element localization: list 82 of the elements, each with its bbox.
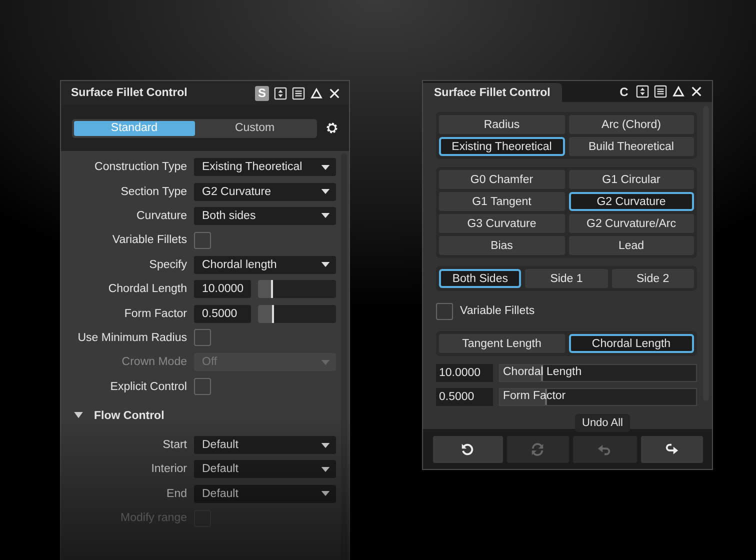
dropdown[interactable]: Default — [194, 436, 336, 454]
option-button[interactable]: Both Sides — [439, 269, 522, 288]
option-button[interactable]: Side 2 — [612, 269, 694, 288]
field-label: Section Type — [120, 186, 187, 198]
redo-button[interactable] — [640, 436, 702, 462]
vertical-arrows-icon[interactable] — [636, 85, 649, 98]
dropdown[interactable]: Existing Theoretical — [194, 158, 336, 176]
dropdown[interactable]: Chordal length — [194, 256, 336, 274]
panel-title: Surface Fillet Control — [423, 83, 562, 102]
reset-button[interactable] — [432, 436, 502, 462]
option-button[interactable]: G2 Curvature/Arc — [568, 214, 694, 233]
caret-icon — [321, 262, 330, 268]
option-button[interactable]: Side 1 — [525, 269, 608, 288]
dropdown[interactable]: Default — [194, 484, 336, 503]
field-label: Construction Type — [94, 161, 187, 174]
close-icon[interactable] — [690, 85, 703, 98]
slider-label: Form Factor — [503, 390, 566, 402]
checkbox[interactable] — [194, 378, 211, 396]
checkbox[interactable] — [194, 232, 211, 249]
slider-track[interactable]: Chordal Length — [499, 364, 697, 382]
caret-icon — [321, 213, 330, 218]
caret-icon — [321, 360, 330, 365]
mode-tab[interactable]: Custom — [194, 120, 315, 136]
option-button[interactable]: Lead — [568, 236, 694, 255]
expand-icon[interactable] — [74, 412, 83, 420]
field-label: Chordal Length — [107, 283, 187, 296]
field-label: Start — [162, 439, 187, 452]
caret-icon — [321, 491, 330, 496]
slider-track[interactable]: Form Factor — [499, 388, 697, 406]
triangle-icon[interactable] — [310, 86, 323, 100]
option-button[interactable]: Bias — [439, 236, 564, 255]
option-button[interactable]: Chordal Length — [568, 334, 694, 353]
option-button[interactable]: G1 Circular — [568, 170, 694, 189]
slider-track[interactable] — [258, 280, 336, 298]
option-button[interactable]: Build Theoretical — [568, 137, 694, 156]
option-button[interactable]: G3 Curvature — [439, 214, 564, 233]
number-field[interactable]: 0.5000 — [436, 388, 493, 406]
field-label: Explicit Control — [109, 380, 187, 393]
option-button[interactable]: G0 Chamfer — [439, 170, 564, 189]
caret-icon — [321, 466, 330, 472]
field-label: Form Factor — [123, 308, 187, 320]
field-label: Variable Fillets — [111, 234, 187, 246]
vertical-arrows-icon[interactable] — [274, 86, 287, 100]
option-button[interactable]: Tangent Length — [439, 334, 564, 353]
scrollbar[interactable] — [341, 153, 347, 560]
panel-title: Surface Fillet Control — [71, 87, 188, 99]
slider-track[interactable] — [258, 304, 336, 323]
close-icon[interactable] — [328, 86, 341, 100]
checkbox[interactable] — [436, 302, 453, 320]
field-label: Interior — [150, 463, 187, 476]
field-label: End — [166, 488, 187, 500]
number-field[interactable]: 0.5000 — [194, 304, 251, 323]
field-label: Crown Mode — [120, 356, 187, 368]
tooltip: Undo All — [575, 414, 630, 432]
option-button[interactable]: Arc (Chord) — [568, 115, 694, 134]
menu-icon[interactable] — [654, 85, 667, 98]
field-label: Use Minimum Radius — [76, 332, 187, 344]
settings-icon[interactable] — [325, 121, 339, 135]
checkbox[interactable] — [194, 329, 211, 346]
mode-letter[interactable]: C — [617, 84, 631, 99]
section-title[interactable]: Flow Control — [94, 410, 164, 422]
rotate-left-icon — [460, 442, 475, 456]
field-label: Curvature — [136, 210, 187, 222]
option-button[interactable]: Radius — [439, 115, 564, 134]
option-button[interactable]: G1 Tangent — [439, 192, 564, 211]
option-button[interactable]: G2 Curvature — [568, 192, 694, 211]
dropdown[interactable]: Both sides — [194, 206, 336, 225]
slider-label: Chordal Length — [503, 366, 582, 378]
triangle-icon[interactable] — [672, 85, 685, 98]
option-button[interactable]: Existing Theoretical — [439, 137, 564, 156]
caret-icon — [321, 189, 330, 194]
redo-arrow-icon — [664, 442, 679, 456]
dropdown[interactable]: G2 Curvature — [194, 182, 336, 201]
menu-icon[interactable] — [292, 86, 305, 100]
number-field[interactable]: 10.0000 — [436, 364, 493, 382]
refresh-icon — [530, 442, 545, 456]
checkbox-label: Variable Fillets — [460, 305, 535, 317]
dropdown[interactable]: Default — [194, 460, 336, 478]
caret-icon — [321, 164, 330, 170]
number-field[interactable]: 10.0000 — [194, 280, 251, 298]
field-label: Specify — [148, 258, 187, 271]
caret-icon — [321, 442, 330, 448]
